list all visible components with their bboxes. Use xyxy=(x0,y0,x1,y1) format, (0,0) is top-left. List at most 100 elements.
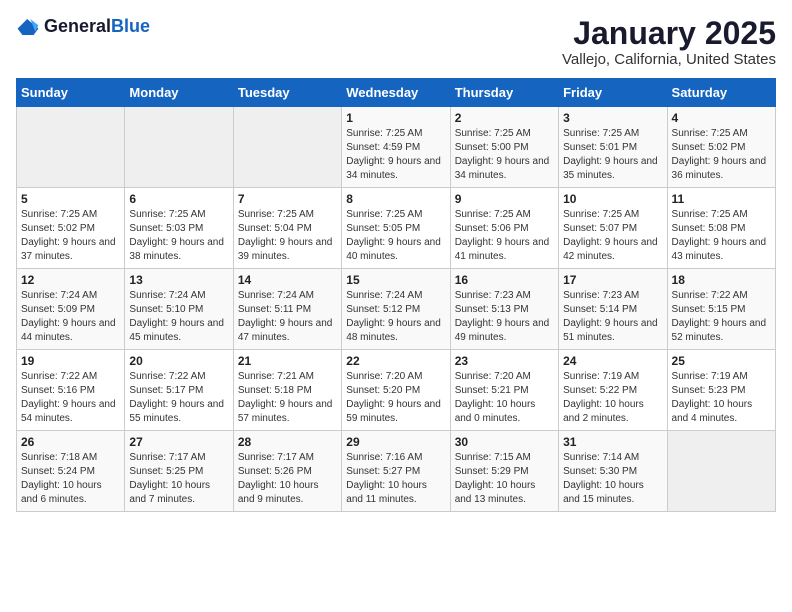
calendar-cell xyxy=(125,107,233,188)
day-number: 8 xyxy=(346,192,445,206)
logo-text: GeneralBlue xyxy=(44,16,150,37)
day-info: Sunrise: 7:25 AM Sunset: 5:02 PM Dayligh… xyxy=(672,127,771,183)
day-number: 6 xyxy=(129,192,228,206)
day-info: Sunrise: 7:21 AM Sunset: 5:18 PM Dayligh… xyxy=(238,370,337,426)
calendar-cell xyxy=(17,107,125,188)
calendar-cell: 19 Sunrise: 7:22 AM Sunset: 5:16 PM Dayli… xyxy=(17,350,125,431)
calendar-cell: 16 Sunrise: 7:23 AM Sunset: 5:13 PM Dayli… xyxy=(450,269,558,350)
calendar-cell: 17 Sunrise: 7:23 AM Sunset: 5:14 PM Dayli… xyxy=(559,269,667,350)
week-row-3: 12 Sunrise: 7:24 AM Sunset: 5:09 PM Dayli… xyxy=(17,269,776,350)
calendar-cell: 6 Sunrise: 7:25 AM Sunset: 5:03 PM Daylig… xyxy=(125,188,233,269)
calendar-cell: 15Sunrise: 7:24 AM Sunset: 5:12 PM Dayli… xyxy=(342,269,450,350)
day-info: Sunrise: 7:17 AM Sunset: 5:26 PM Dayligh… xyxy=(238,451,337,507)
day-number: 31 xyxy=(563,435,662,449)
day-number: 13 xyxy=(129,273,228,287)
header-day-wednesday: Wednesday xyxy=(342,79,450,107)
day-info: Sunrise: 7:25 AM Sunset: 5:03 PM Dayligh… xyxy=(129,208,228,264)
day-number: 22 xyxy=(346,354,445,368)
day-number: 19 xyxy=(21,354,120,368)
day-info: Sunrise: 7:16 AM Sunset: 5:27 PM Dayligh… xyxy=(346,451,445,507)
subtitle: Vallejo, California, United States xyxy=(562,51,776,68)
day-number: 7 xyxy=(238,192,337,206)
day-number: 25 xyxy=(672,354,771,368)
day-info: Sunrise: 7:14 AM Sunset: 5:30 PM Dayligh… xyxy=(563,451,662,507)
day-number: 15 xyxy=(346,273,445,287)
day-number: 5 xyxy=(21,192,120,206)
calendar-cell: 20 Sunrise: 7:22 AM Sunset: 5:17 PM Dayli… xyxy=(125,350,233,431)
day-info: Sunrise: 7:25 AM Sunset: 5:02 PM Dayligh… xyxy=(21,208,120,264)
day-number: 17 xyxy=(563,273,662,287)
day-number: 26 xyxy=(21,435,120,449)
day-number: 23 xyxy=(455,354,554,368)
day-info: Sunrise: 7:24 AM Sunset: 5:11 PM Dayligh… xyxy=(238,289,337,345)
calendar-table: SundayMondayTuesdayWednesdayThursdayFrid… xyxy=(16,78,776,512)
day-number: 14 xyxy=(238,273,337,287)
calendar-cell: 13 Sunrise: 7:24 AM Sunset: 5:10 PM Dayli… xyxy=(125,269,233,350)
calendar-cell: 9Sunrise: 7:25 AM Sunset: 5:06 PM Daylig… xyxy=(450,188,558,269)
calendar-cell: 21 Sunrise: 7:21 AM Sunset: 5:18 PM Dayli… xyxy=(233,350,341,431)
generalblue-icon xyxy=(16,17,40,37)
calendar-cell: 18 Sunrise: 7:22 AM Sunset: 5:15 PM Dayli… xyxy=(667,269,775,350)
day-info: Sunrise: 7:18 AM Sunset: 5:24 PM Dayligh… xyxy=(21,451,120,507)
logo: GeneralBlue xyxy=(16,16,150,37)
day-number: 16 xyxy=(455,273,554,287)
week-row-2: 5 Sunrise: 7:25 AM Sunset: 5:02 PM Daylig… xyxy=(17,188,776,269)
calendar-cell: 26 Sunrise: 7:18 AM Sunset: 5:24 PM Dayli… xyxy=(17,431,125,512)
calendar-cell: 23Sunrise: 7:20 AM Sunset: 5:21 PM Dayli… xyxy=(450,350,558,431)
day-number: 11 xyxy=(672,192,771,206)
header-day-saturday: Saturday xyxy=(667,79,775,107)
week-row-5: 26 Sunrise: 7:18 AM Sunset: 5:24 PM Dayli… xyxy=(17,431,776,512)
day-info: Sunrise: 7:24 AM Sunset: 5:09 PM Dayligh… xyxy=(21,289,120,345)
day-info: Sunrise: 7:25 AM Sunset: 5:08 PM Dayligh… xyxy=(672,208,771,264)
day-info: Sunrise: 7:20 AM Sunset: 5:20 PM Dayligh… xyxy=(346,370,445,426)
calendar-cell: 10Sunrise: 7:25 AM Sunset: 5:07 PM Dayli… xyxy=(559,188,667,269)
day-info: Sunrise: 7:22 AM Sunset: 5:17 PM Dayligh… xyxy=(129,370,228,426)
day-number: 12 xyxy=(21,273,120,287)
calendar-cell: 27Sunrise: 7:17 AM Sunset: 5:25 PM Dayli… xyxy=(125,431,233,512)
day-info: Sunrise: 7:22 AM Sunset: 5:15 PM Dayligh… xyxy=(672,289,771,345)
day-info: Sunrise: 7:25 AM Sunset: 5:04 PM Dayligh… xyxy=(238,208,337,264)
day-number: 21 xyxy=(238,354,337,368)
day-number: 20 xyxy=(129,354,228,368)
calendar-cell: 22 Sunrise: 7:20 AM Sunset: 5:20 PM Dayli… xyxy=(342,350,450,431)
day-info: Sunrise: 7:23 AM Sunset: 5:13 PM Dayligh… xyxy=(455,289,554,345)
calendar-cell: 24Sunrise: 7:19 AM Sunset: 5:22 PM Dayli… xyxy=(559,350,667,431)
day-info: Sunrise: 7:15 AM Sunset: 5:29 PM Dayligh… xyxy=(455,451,554,507)
calendar-cell: 31 Sunrise: 7:14 AM Sunset: 5:30 PM Dayli… xyxy=(559,431,667,512)
week-row-1: 1Sunrise: 7:25 AM Sunset: 4:59 PM Daylig… xyxy=(17,107,776,188)
day-info: Sunrise: 7:24 AM Sunset: 5:10 PM Dayligh… xyxy=(129,289,228,345)
day-info: Sunrise: 7:19 AM Sunset: 5:23 PM Dayligh… xyxy=(672,370,771,426)
title-area: January 2025 Vallejo, California, United… xyxy=(562,16,776,68)
day-number: 10 xyxy=(563,192,662,206)
day-number: 18 xyxy=(672,273,771,287)
main-title: January 2025 xyxy=(562,16,776,51)
header-day-thursday: Thursday xyxy=(450,79,558,107)
calendar-cell: 7 Sunrise: 7:25 AM Sunset: 5:04 PM Daylig… xyxy=(233,188,341,269)
calendar-cell: 12 Sunrise: 7:24 AM Sunset: 5:09 PM Dayli… xyxy=(17,269,125,350)
day-info: Sunrise: 7:25 AM Sunset: 5:00 PM Dayligh… xyxy=(455,127,554,183)
day-number: 28 xyxy=(238,435,337,449)
day-info: Sunrise: 7:23 AM Sunset: 5:14 PM Dayligh… xyxy=(563,289,662,345)
calendar-cell: 29 Sunrise: 7:16 AM Sunset: 5:27 PM Dayli… xyxy=(342,431,450,512)
day-info: Sunrise: 7:19 AM Sunset: 5:22 PM Dayligh… xyxy=(563,370,662,426)
day-number: 27 xyxy=(129,435,228,449)
calendar-cell xyxy=(233,107,341,188)
day-number: 3 xyxy=(563,111,662,125)
header-day-sunday: Sunday xyxy=(17,79,125,107)
header: GeneralBlue January 2025 Vallejo, Califo… xyxy=(16,16,776,68)
calendar-cell: 4 Sunrise: 7:25 AM Sunset: 5:02 PM Daylig… xyxy=(667,107,775,188)
day-number: 4 xyxy=(672,111,771,125)
day-number: 30 xyxy=(455,435,554,449)
calendar-cell: 25 Sunrise: 7:19 AM Sunset: 5:23 PM Dayli… xyxy=(667,350,775,431)
day-info: Sunrise: 7:25 AM Sunset: 5:05 PM Dayligh… xyxy=(346,208,445,264)
day-info: Sunrise: 7:25 AM Sunset: 5:06 PM Dayligh… xyxy=(455,208,554,264)
header-day-friday: Friday xyxy=(559,79,667,107)
calendar-cell: 28 Sunrise: 7:17 AM Sunset: 5:26 PM Dayli… xyxy=(233,431,341,512)
header-day-tuesday: Tuesday xyxy=(233,79,341,107)
day-info: Sunrise: 7:22 AM Sunset: 5:16 PM Dayligh… xyxy=(21,370,120,426)
calendar-cell xyxy=(667,431,775,512)
header-day-monday: Monday xyxy=(125,79,233,107)
calendar-cell: 3Sunrise: 7:25 AM Sunset: 5:01 PM Daylig… xyxy=(559,107,667,188)
calendar-cell: 14 Sunrise: 7:24 AM Sunset: 5:11 PM Dayli… xyxy=(233,269,341,350)
day-number: 29 xyxy=(346,435,445,449)
